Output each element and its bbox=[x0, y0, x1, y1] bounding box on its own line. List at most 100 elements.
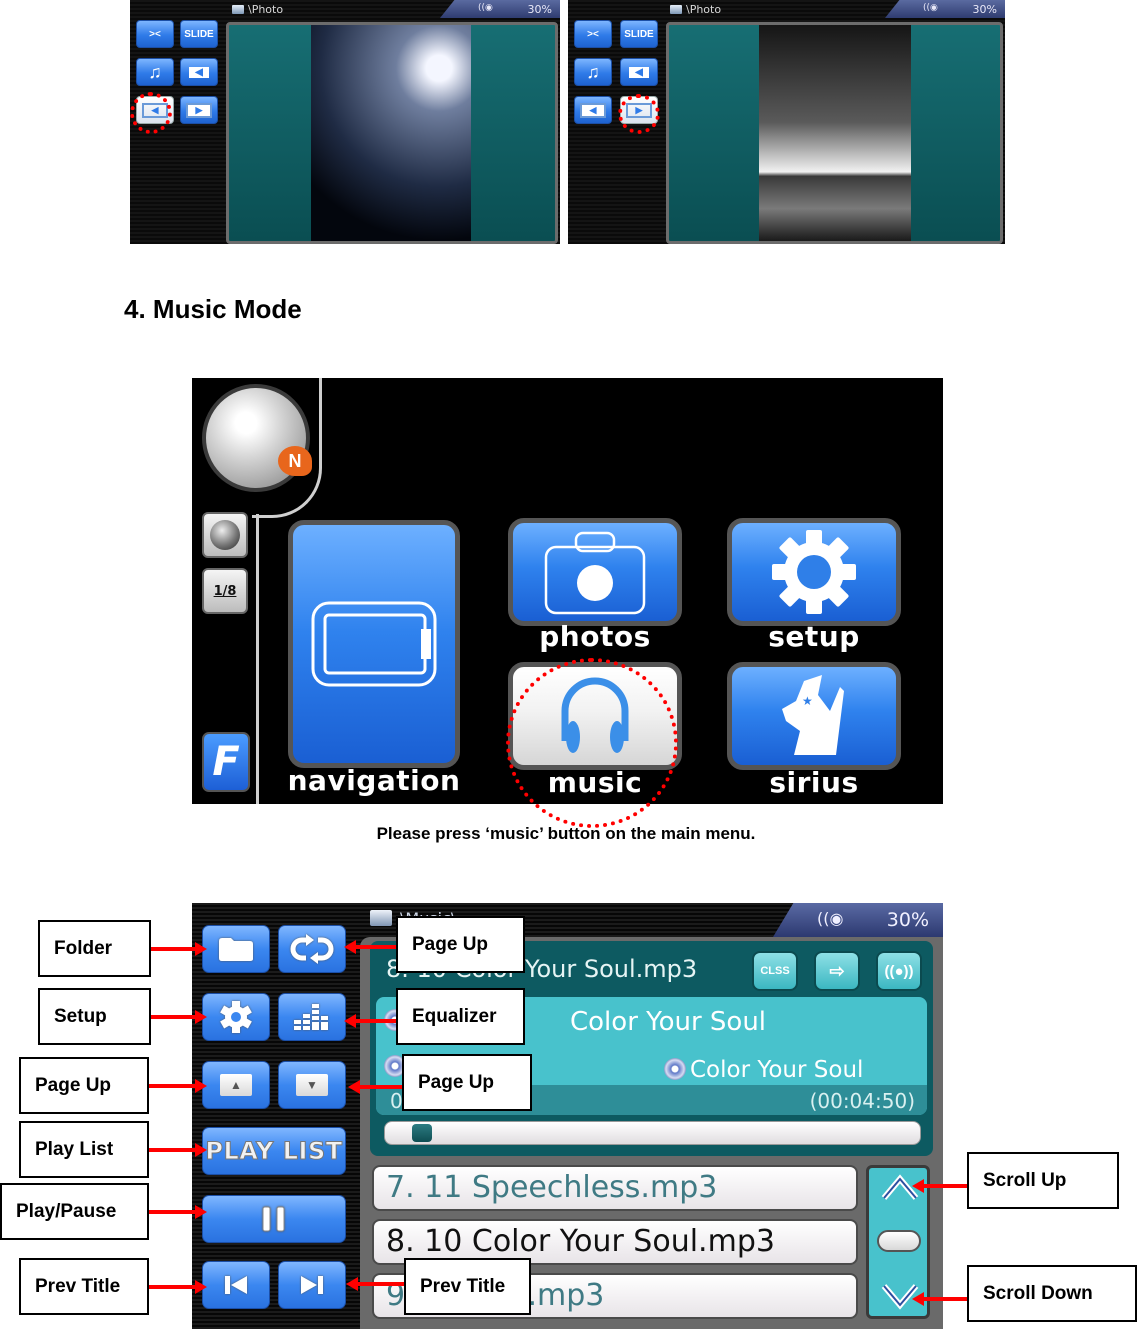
battery-level: 30% bbox=[886, 909, 929, 931]
equalizer-button[interactable] bbox=[278, 993, 346, 1041]
highlight-circle bbox=[130, 92, 172, 134]
north-indicator: N bbox=[278, 446, 312, 476]
elapsed-time: 0 bbox=[390, 1089, 403, 1113]
photo-viewer bbox=[666, 22, 1003, 244]
battery-level: 30% bbox=[527, 3, 552, 16]
prev-photo-button[interactable]: ◀ bbox=[574, 96, 612, 124]
album-name: Color Your Soul bbox=[664, 1057, 863, 1083]
status-bar: ((◉ 30% bbox=[440, 0, 560, 18]
clss-button[interactable]: CLSS bbox=[752, 951, 798, 991]
fit-icon: >< bbox=[587, 28, 599, 40]
triangle-down-icon: ▼ bbox=[296, 1074, 328, 1096]
photo-topbar: \Photo ((◉ 30% bbox=[130, 0, 560, 20]
shuffle-button[interactable]: ⇨ bbox=[814, 951, 860, 991]
srs-icon: ((●)) bbox=[884, 962, 914, 980]
arrow bbox=[922, 1184, 968, 1188]
repeat-icon bbox=[290, 934, 334, 964]
battery-level: 30% bbox=[972, 3, 997, 16]
prev-title-button[interactable] bbox=[202, 1261, 270, 1309]
slide-button[interactable]: SLIDE bbox=[180, 20, 218, 48]
folder-icon bbox=[670, 5, 682, 14]
status-bar: ((◉ 30% bbox=[885, 0, 1005, 18]
music-note-icon: ♫ bbox=[148, 61, 162, 82]
arrow bbox=[149, 1084, 197, 1088]
navigation-label: navigation bbox=[287, 764, 461, 797]
folder-button[interactable] bbox=[202, 925, 270, 973]
navigation-icon bbox=[311, 601, 437, 687]
now-playing-box: 8. 10 Color Your Soul.mp3 CLSS ⇨ ((●)) C… bbox=[370, 941, 933, 1156]
status-bar: ((◉ 30% bbox=[773, 903, 943, 937]
view-mode-button[interactable] bbox=[202, 512, 248, 558]
folder-back-icon: ◀ bbox=[189, 66, 209, 78]
arrow-head bbox=[348, 1080, 360, 1094]
brand-logo[interactable]: F bbox=[202, 732, 250, 792]
callout-play-pause: Play/Pause bbox=[0, 1183, 149, 1240]
prev-icon: ◀ bbox=[579, 102, 607, 118]
next-title-button[interactable] bbox=[278, 1261, 346, 1309]
music-button[interactable]: ♫ bbox=[574, 58, 612, 86]
sirius-tile[interactable]: ★ bbox=[727, 662, 901, 770]
cd-icon bbox=[664, 1058, 686, 1080]
music-button[interactable]: ♫ bbox=[136, 58, 174, 86]
sirius-dog-icon: ★ bbox=[782, 675, 844, 755]
callout-setup: Setup bbox=[38, 988, 151, 1045]
setup-tile[interactable] bbox=[727, 518, 901, 626]
next-photo-button[interactable]: ▶ bbox=[180, 96, 218, 124]
menu-caption: Please press ‘music’ button on the main … bbox=[376, 824, 756, 843]
fit-button[interactable]: >< bbox=[136, 20, 174, 48]
page-down-button[interactable]: ▼ bbox=[278, 1061, 346, 1109]
arrow-head bbox=[195, 1205, 207, 1219]
arrow bbox=[356, 1019, 398, 1023]
arrow bbox=[151, 1015, 197, 1019]
arrow-head bbox=[195, 1079, 207, 1093]
progress-knob[interactable] bbox=[412, 1124, 433, 1142]
gear-icon bbox=[772, 530, 856, 614]
folder-back-button[interactable]: ◀ bbox=[620, 58, 658, 86]
photo-screen-prev: \Photo ((◉ 30% >< SLIDE ♫ ◀ ◀ ▶ bbox=[130, 0, 560, 244]
photos-label: photos bbox=[539, 620, 651, 653]
callout-scroll-up: Scroll Up bbox=[967, 1152, 1119, 1209]
arrow-head bbox=[195, 1143, 207, 1157]
setup-button[interactable] bbox=[202, 993, 270, 1041]
callout-page-down: Page Up bbox=[402, 1054, 532, 1111]
arrow bbox=[151, 947, 197, 951]
progress-bar[interactable] bbox=[384, 1121, 921, 1145]
folder-back-button[interactable]: ◀ bbox=[180, 58, 218, 86]
playlist-item[interactable]: 7. 11 Speechless.mp3 bbox=[372, 1165, 858, 1211]
section-title: 4. Music Mode bbox=[124, 294, 302, 324]
folder-icon bbox=[232, 5, 244, 14]
equalizer-icon bbox=[294, 1004, 328, 1030]
photos-tile[interactable] bbox=[508, 518, 682, 626]
triangle-up-icon: ▲ bbox=[220, 1074, 252, 1096]
signal-icon: ((◉ bbox=[817, 909, 844, 928]
photo-viewer bbox=[226, 22, 558, 244]
srs-button[interactable]: ((●)) bbox=[876, 951, 922, 991]
scroll-thumb[interactable] bbox=[877, 1230, 921, 1252]
photo-path: \Photo bbox=[670, 3, 721, 16]
navigation-tile[interactable] bbox=[288, 520, 460, 768]
gear-icon bbox=[220, 1001, 252, 1033]
shuffle-icon: ⇨ bbox=[829, 960, 845, 981]
fit-button[interactable]: >< bbox=[574, 20, 612, 48]
arrow bbox=[360, 1085, 404, 1089]
arrow-head bbox=[344, 1014, 356, 1028]
map-scale-button[interactable]: 1/8 bbox=[202, 568, 248, 614]
play-list-button[interactable]: PLAY LIST bbox=[202, 1127, 346, 1175]
page-up-button[interactable]: ▲ bbox=[202, 1061, 270, 1109]
arrow-head bbox=[346, 1277, 358, 1291]
slide-button[interactable]: SLIDE bbox=[620, 20, 658, 48]
fit-icon: >< bbox=[149, 28, 161, 40]
music-note-icon: ♫ bbox=[586, 61, 600, 82]
arrow-head bbox=[195, 1010, 207, 1024]
photo-image bbox=[759, 25, 911, 241]
arrow-head bbox=[195, 1280, 207, 1294]
callout-folder: Folder bbox=[38, 920, 151, 977]
repeat-button[interactable] bbox=[278, 925, 346, 973]
folder-icon bbox=[219, 938, 253, 961]
play-pause-button[interactable] bbox=[202, 1195, 346, 1243]
compass-button[interactable]: N bbox=[202, 384, 312, 492]
arrow-head bbox=[195, 942, 207, 956]
photo-image bbox=[311, 25, 471, 241]
callout-repeat: Page Up bbox=[396, 916, 525, 973]
sirius-label: sirius bbox=[769, 766, 859, 799]
